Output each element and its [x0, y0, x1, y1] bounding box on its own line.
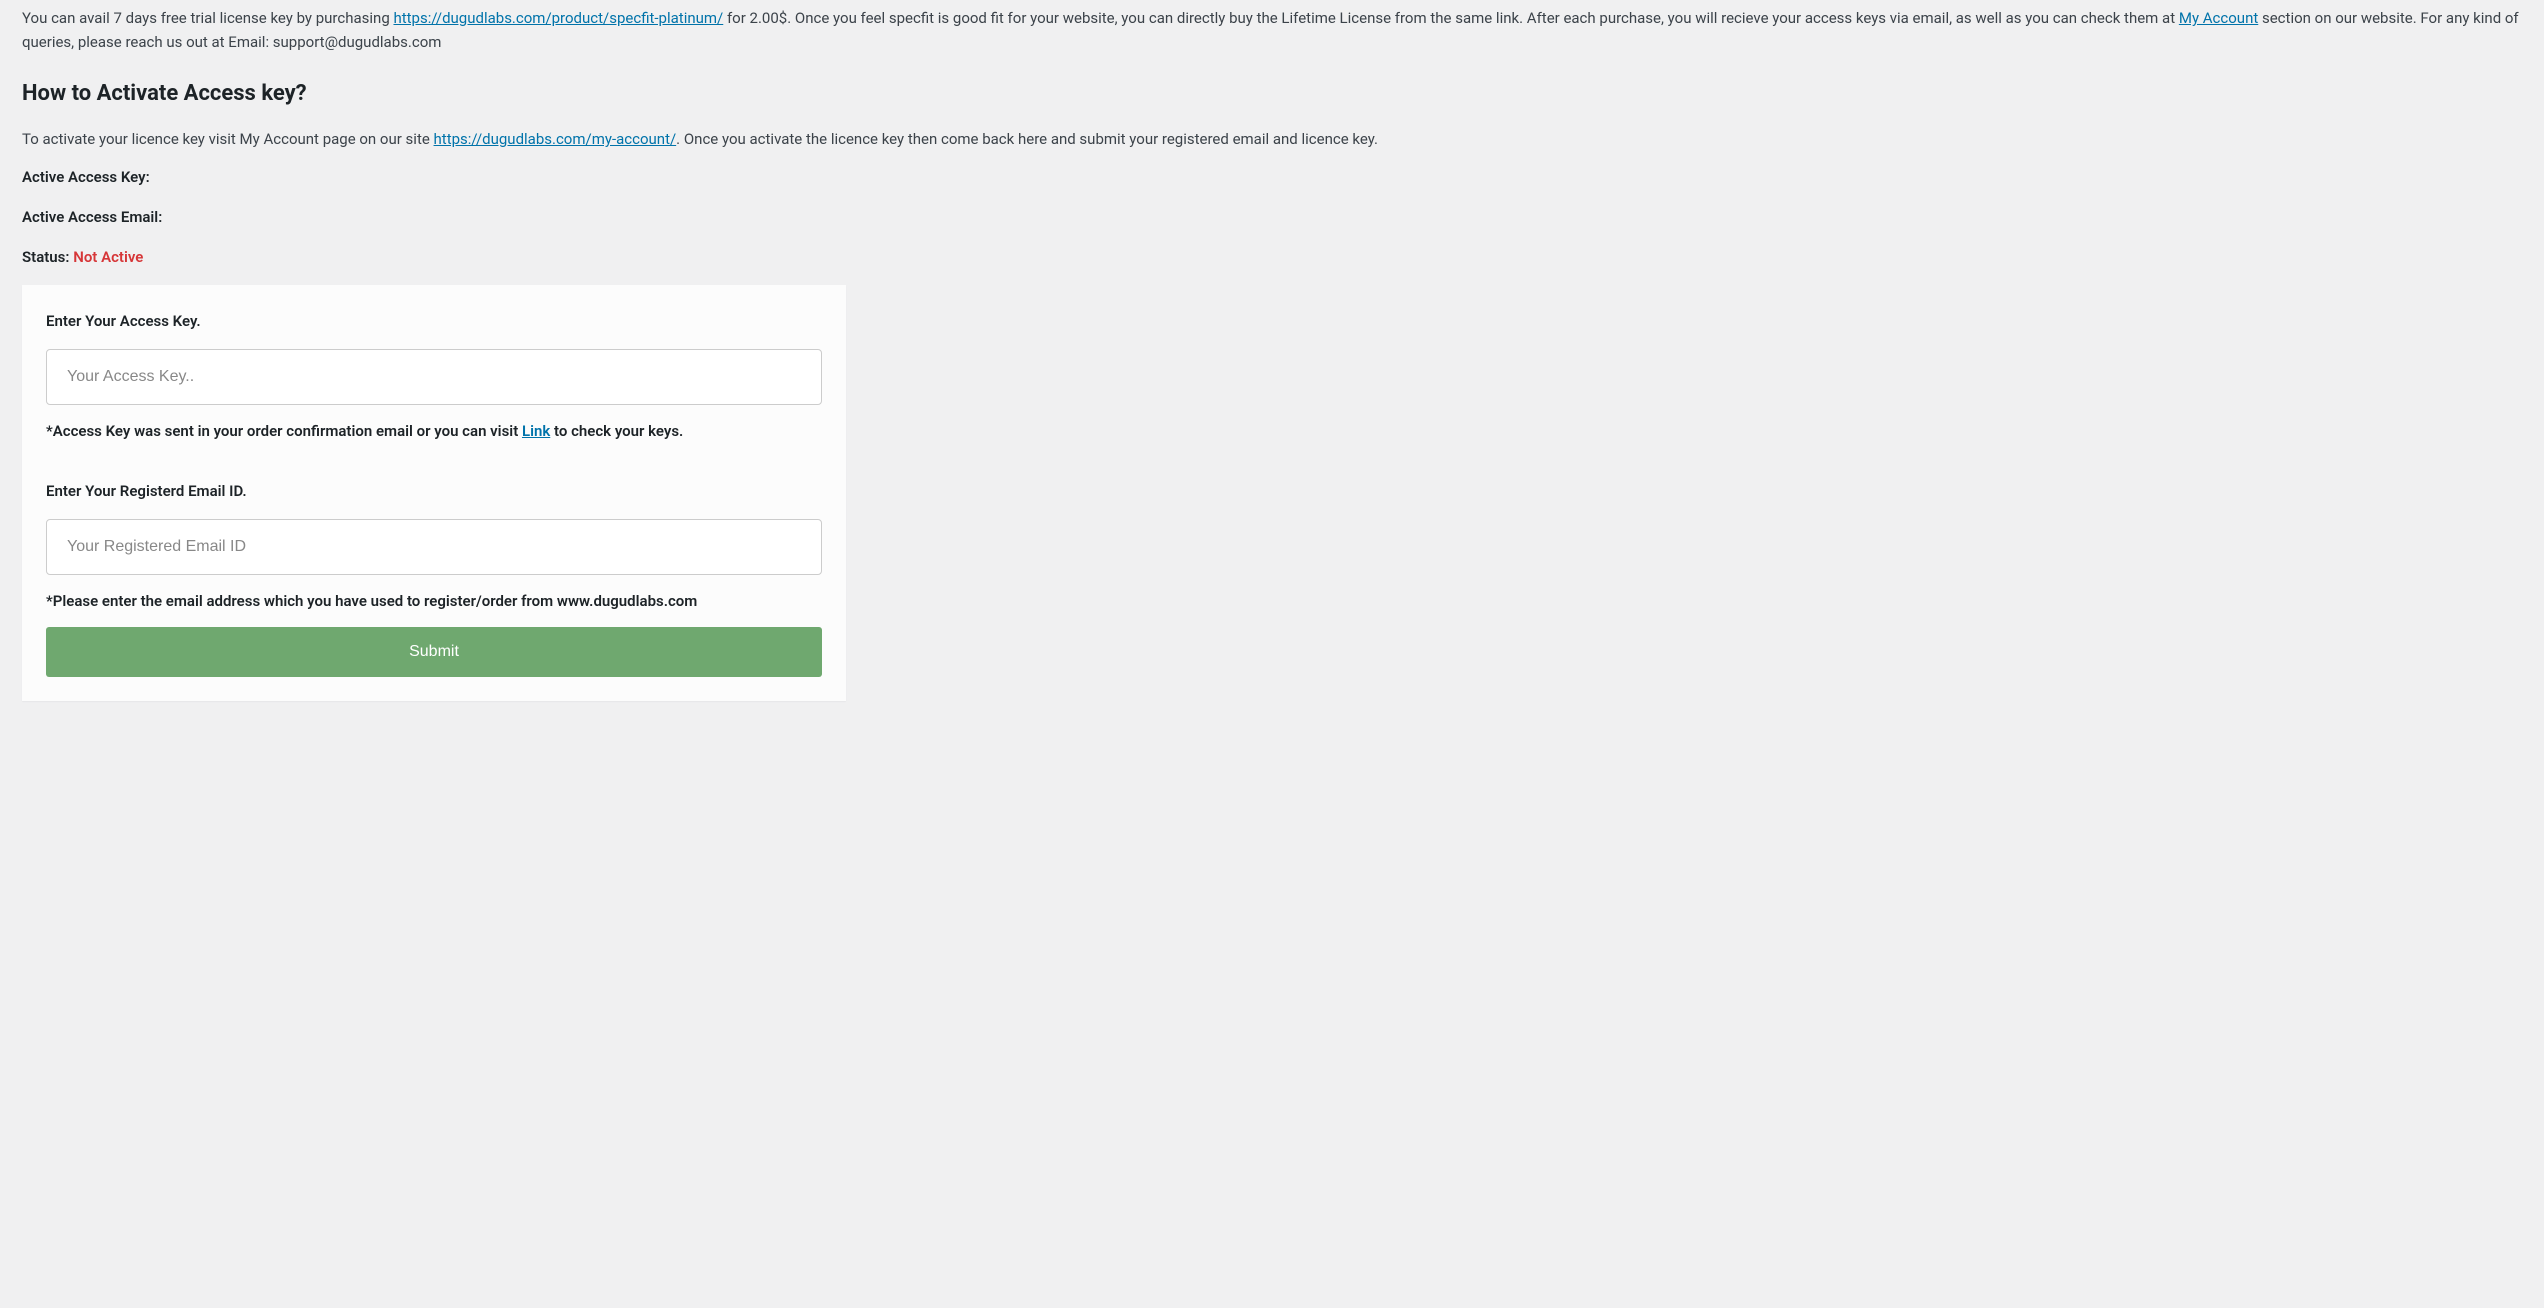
access-key-input[interactable] — [46, 349, 822, 405]
email-label: Enter Your Registerd Email ID. — [46, 479, 822, 503]
activate-heading: How to Activate Access key? — [22, 76, 2522, 111]
activate-paragraph: To activate your licence key visit My Ac… — [22, 127, 2522, 151]
my-account-link[interactable]: My Account — [2179, 9, 2258, 27]
access-key-helper: *Access Key was sent in your order confi… — [46, 419, 822, 443]
activation-form: Enter Your Access Key. *Access Key was s… — [22, 285, 846, 701]
email-input[interactable] — [46, 519, 822, 575]
access-key-label: Enter Your Access Key. — [46, 309, 822, 333]
submit-button[interactable]: Submit — [46, 627, 822, 677]
intro-text-2: for 2.00$. Once you feel specfit is good… — [723, 9, 2179, 27]
status-value: Not Active — [73, 248, 143, 266]
status-label: Status: — [22, 248, 73, 266]
intro-text-1: You can avail 7 days free trial license … — [22, 9, 393, 27]
email-helper: *Please enter the email address which yo… — [46, 589, 822, 613]
activate-text-2: . Once you activate the licence key then… — [676, 130, 1378, 148]
product-link[interactable]: https://dugudlabs.com/product/specfit-pl… — [393, 9, 723, 27]
active-access-email-label: Active Access Email: — [22, 205, 2522, 229]
status-line: Status: Not Active — [22, 245, 2522, 269]
intro-paragraph: You can avail 7 days free trial license … — [22, 6, 2522, 54]
my-account-page-link[interactable]: https://dugudlabs.com/my-account/ — [434, 130, 677, 148]
access-key-helper-2: to check your keys. — [550, 422, 683, 440]
active-access-key-label: Active Access Key: — [22, 165, 2522, 189]
check-keys-link[interactable]: Link — [522, 422, 550, 440]
activate-text-1: To activate your licence key visit My Ac… — [22, 130, 434, 148]
access-key-helper-1: *Access Key was sent in your order confi… — [46, 422, 522, 440]
